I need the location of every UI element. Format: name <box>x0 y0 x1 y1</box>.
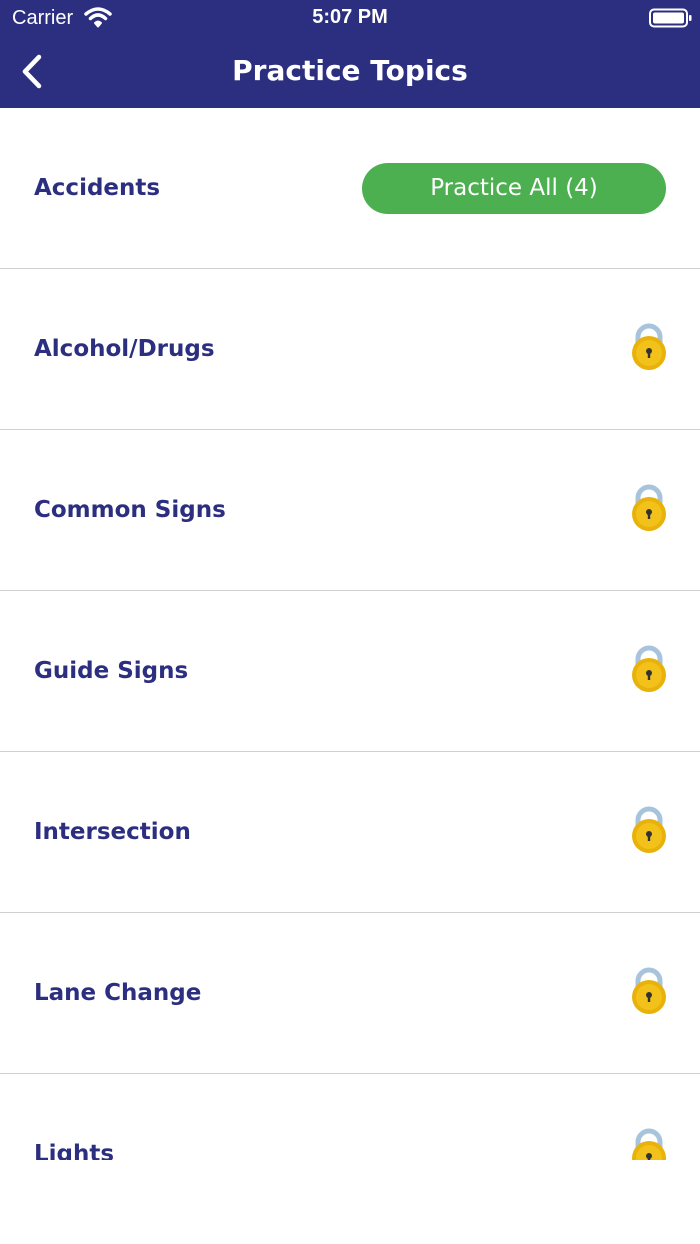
topic-label: Alcohol/Drugs <box>34 336 215 362</box>
topic-row-accidents[interactable]: Accidents Practice All (4) <box>0 108 700 269</box>
topic-label: Common Signs <box>34 497 226 523</box>
topic-row-intersection[interactable]: Intersection <box>0 752 700 913</box>
topic-label: Accidents <box>34 175 161 201</box>
lock-icon <box>632 806 666 853</box>
page-title: Practice Topics <box>232 54 468 87</box>
status-bar: Carrier 5:07 PM <box>0 0 700 36</box>
topic-row-guide-signs[interactable]: Guide Signs <box>0 591 700 752</box>
navigation-bar: Practice Topics <box>0 36 700 108</box>
topic-row-alcohol-drugs[interactable]: Alcohol/Drugs <box>0 269 700 430</box>
topic-label: Lights <box>34 1141 115 1160</box>
lock-icon <box>632 967 666 1014</box>
topic-label: Lane Change <box>34 980 202 1006</box>
lock-icon <box>632 1128 666 1160</box>
topic-row-lane-change[interactable]: Lane Change <box>0 913 700 1074</box>
status-time: 5:07 PM <box>312 6 388 28</box>
topic-list: Accidents Practice All (4) Alcohol/Drugs… <box>0 108 700 1160</box>
app-header: Carrier 5:07 PM Practice Topics <box>0 0 700 108</box>
topic-label: Intersection <box>34 819 191 845</box>
lock-icon <box>632 645 666 692</box>
practice-all-button[interactable]: Practice All (4) <box>362 163 666 214</box>
topic-label: Guide Signs <box>34 658 189 684</box>
lock-icon <box>632 323 666 370</box>
topic-row-lights[interactable]: Lights <box>0 1074 700 1160</box>
battery-icon <box>649 8 692 28</box>
lock-icon <box>632 484 666 531</box>
topic-row-common-signs[interactable]: Common Signs <box>0 430 700 591</box>
